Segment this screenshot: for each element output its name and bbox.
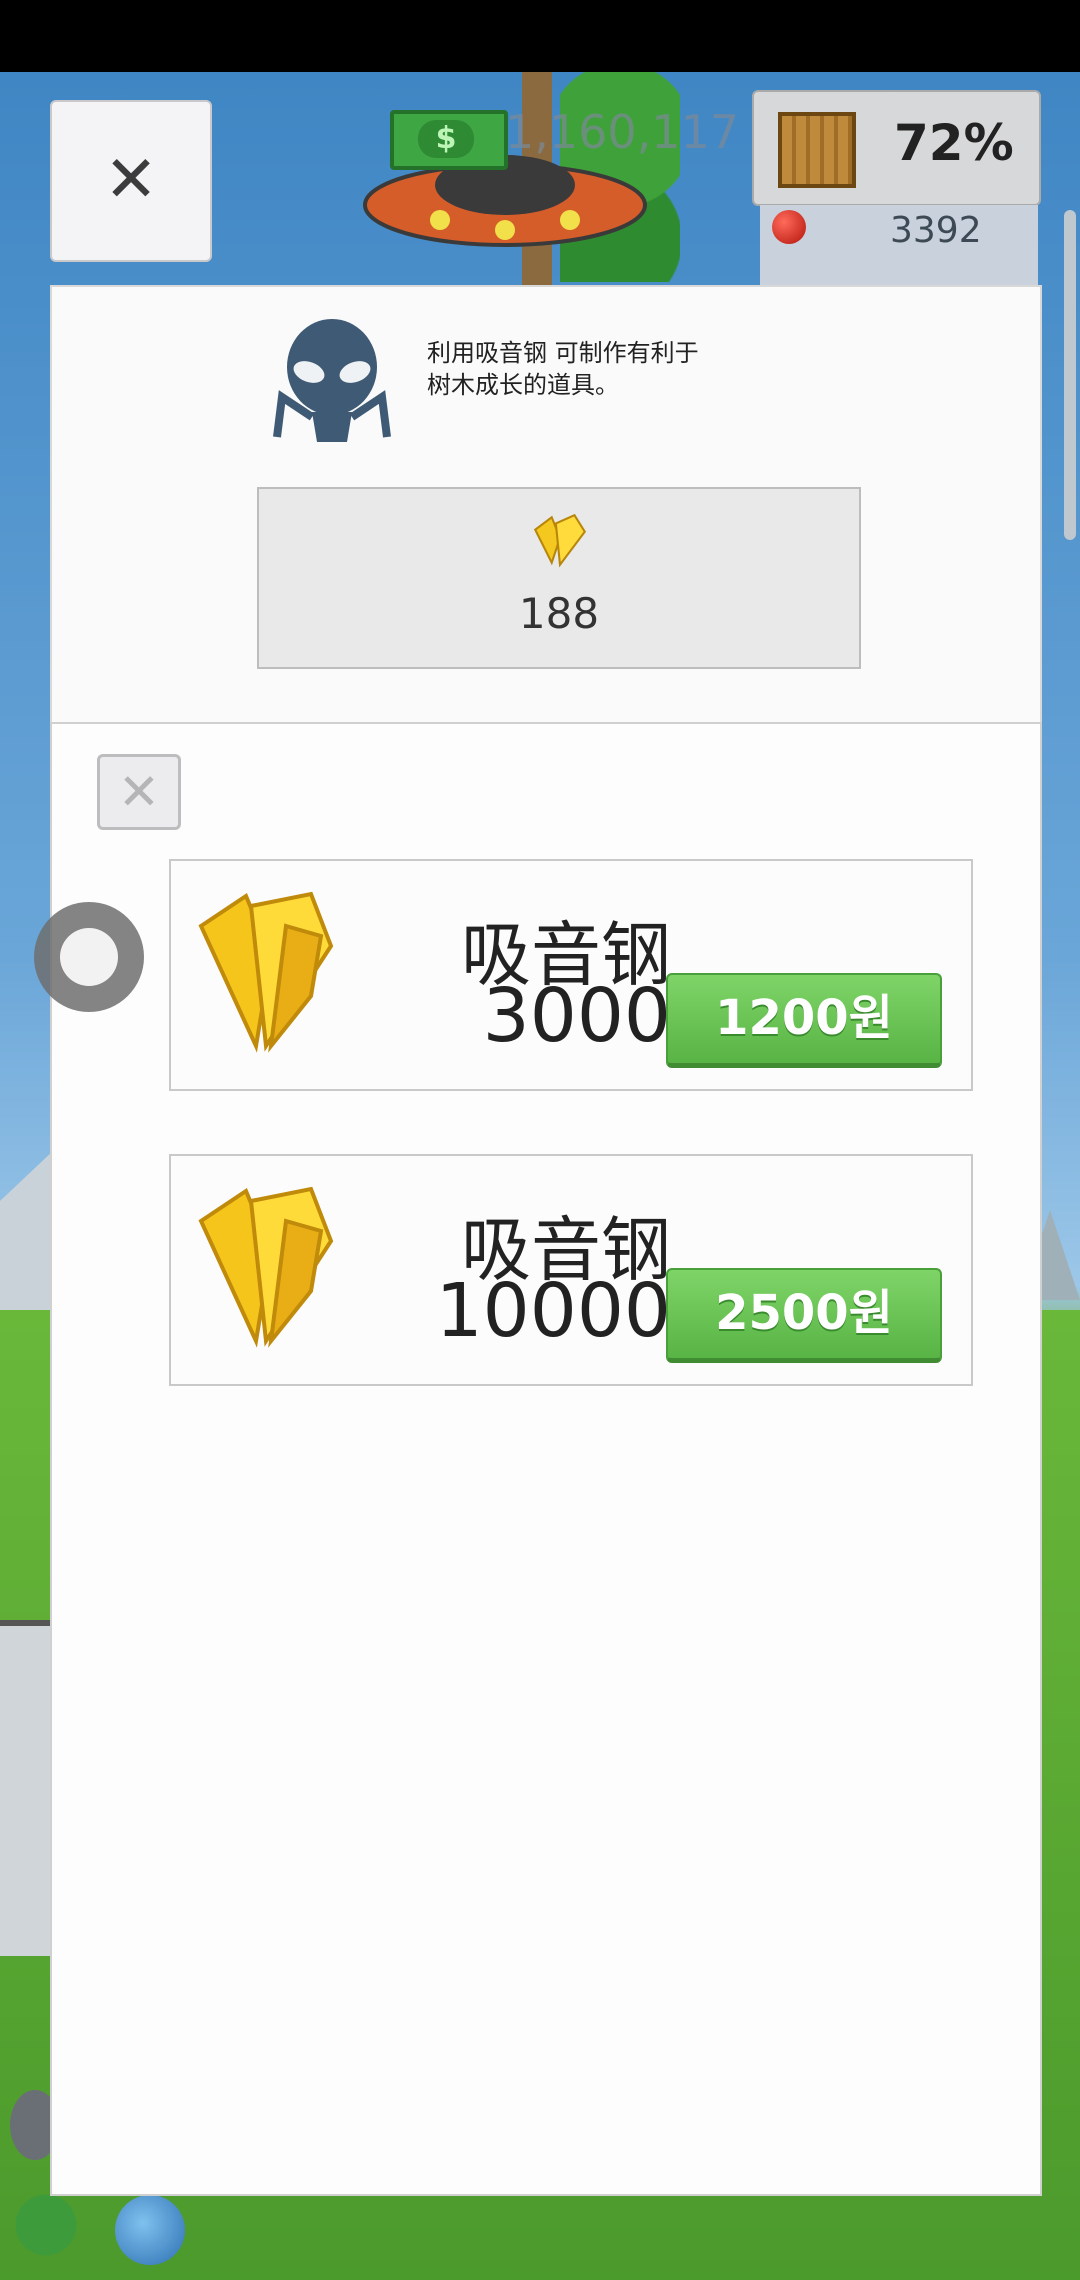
store-close-button[interactable]: ✕ bbox=[97, 754, 181, 830]
dollar-icon: $ bbox=[418, 120, 474, 158]
store-panel: ✕ 吸音钢 3000 1200원 吸音钢 10000 2500원 bbox=[50, 722, 1042, 2196]
gem-icon bbox=[198, 1186, 334, 1348]
globe-icon[interactable] bbox=[115, 2195, 185, 2265]
info-description: 利用吸音钢 可制作有利于 树木成长的道具。 bbox=[427, 339, 699, 399]
alien-icon bbox=[273, 319, 391, 442]
store-item: 吸音钢 10000 2500원 bbox=[169, 1154, 973, 1386]
side-scrollbar[interactable] bbox=[1064, 210, 1076, 540]
buy-button[interactable]: 2500원 bbox=[666, 1268, 942, 1363]
owned-amount: 188 bbox=[518, 589, 600, 638]
apple-icon bbox=[772, 210, 806, 244]
house-decoration bbox=[0, 1620, 50, 1956]
money-badge: $ bbox=[390, 110, 508, 170]
close-button[interactable]: ✕ bbox=[50, 100, 212, 262]
money-amount: 1,160,117 bbox=[505, 105, 740, 159]
owned-amount-box: 188 bbox=[257, 487, 861, 669]
apple-count: 3392 bbox=[890, 210, 982, 251]
info-panel: 利用吸音钢 可制作有利于 树木成长的道具。 188 bbox=[50, 285, 1042, 724]
gem-icon bbox=[198, 891, 334, 1053]
buy-button[interactable]: 1200원 bbox=[666, 973, 942, 1068]
floating-assist-button[interactable] bbox=[34, 902, 144, 1012]
gem-icon bbox=[533, 513, 587, 568]
crate-icon bbox=[778, 112, 856, 188]
status-bar bbox=[0, 0, 1080, 72]
crate-percent: 72% bbox=[894, 114, 1014, 172]
small-tree-icon[interactable] bbox=[10, 2190, 82, 2260]
store-item: 吸音钢 3000 1200원 bbox=[169, 859, 973, 1091]
crate-panel[interactable]: 72% bbox=[752, 90, 1041, 206]
item-quantity: 3000 bbox=[482, 973, 671, 1059]
item-quantity: 10000 bbox=[435, 1268, 671, 1354]
